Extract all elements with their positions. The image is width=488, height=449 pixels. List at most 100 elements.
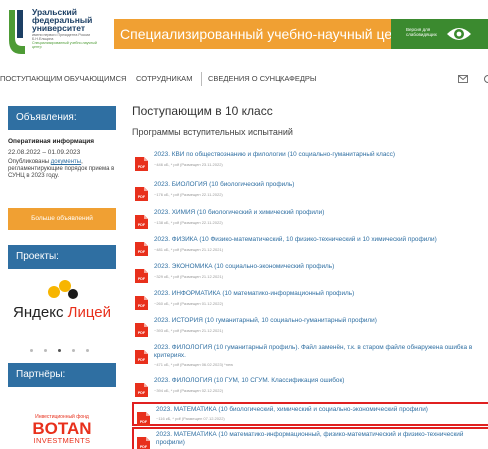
svg-text:PDF: PDF — [138, 277, 146, 281]
document-meta: ~481 кБ, * pdf (Размещен 21.12.2021) — [154, 247, 224, 252]
document-meta: ~394 кБ, * pdf (Размещен 02.12.2022) — [154, 388, 224, 393]
document-meta: ~176 кБ, * pdf (Размещен 22.11.2022) — [154, 192, 223, 197]
urfu-logo[interactable]: Уральский федеральный университет имени … — [8, 6, 98, 58]
news-title: Оперативная информация — [8, 138, 94, 145]
pdf-icon[interactable]: PDF — [135, 242, 148, 256]
search-icon[interactable] — [482, 74, 488, 84]
pdf-icon[interactable]: PDF — [135, 383, 148, 397]
yandex-main-text: Яндекс — [13, 304, 64, 321]
document-link[interactable]: 2023. ФИЗИКА (10 Физико-математический, … — [154, 236, 488, 244]
document-item[interactable]: PDF 2023. ФИЗИКА (10 Физико-математически… — [132, 234, 488, 260]
news-date: 22.08.2022 – 01.09.2023 — [8, 149, 81, 156]
pdf-icon[interactable]: PDF — [135, 269, 148, 283]
document-meta: ~329 кБ, * pdf (Размещен 21.12.2021) — [154, 274, 224, 279]
main-nav: ПОСТУПАЮЩИМ ОБУЧАЮЩИМСЯ СОТРУДНИКАМ СВЕД… — [0, 62, 488, 96]
svg-text:PDF: PDF — [140, 445, 148, 449]
section-title: Программы вступительных испытаний — [132, 127, 293, 137]
document-link[interactable]: 2023. ФИЛОЛОГИЯ (10 гуманитарный профиль… — [154, 344, 488, 359]
accessibility-button[interactable]: Версия для слабовидящих — [391, 19, 488, 49]
nav-applicants[interactable]: ПОСТУПАЮЩИМ — [0, 74, 62, 83]
document-item[interactable]: PDF 2023. ЭКОНОМИКА (10 социально-экономи… — [132, 261, 488, 287]
document-meta: ~116 кБ, * pdf (Размещен 07.12.2022) — [156, 416, 225, 421]
svg-text:PDF: PDF — [138, 165, 146, 169]
document-item[interactable]: PDF 2023. КВИ по обществознанию и филолог… — [132, 149, 488, 175]
urfu-logo-mark-icon — [9, 10, 25, 54]
news-text: Опубликованы документы, регламентирующие… — [8, 159, 120, 180]
document-item[interactable]: PDF 2023. МАТЕМАТИКА (10 математико-инфор… — [132, 427, 488, 449]
eye-icon — [447, 28, 471, 40]
pdf-icon[interactable]: PDF — [135, 296, 148, 310]
main-content: Поступающим в 10 класс Программы вступит… — [124, 96, 488, 449]
document-item[interactable]: PDF 2023. ФИЛОЛОГИЯ (10 ГУМ, 10 СГУМ. Кла… — [132, 375, 488, 401]
document-meta: ~393 кБ, * pdf (Размещен 21.12.2021) — [154, 328, 224, 333]
carousel-dots — [30, 349, 96, 355]
document-link[interactable]: 2023. МАТЕМАТИКА (10 математико-информац… — [156, 431, 488, 446]
nav-departments[interactable]: КАФЕДРЫ — [280, 74, 317, 83]
mail-icon[interactable] — [458, 75, 468, 83]
nav-divider — [201, 72, 202, 86]
partner-big-text: BOTAN — [32, 419, 92, 438]
news-text-before: Опубликованы — [8, 159, 51, 165]
document-item[interactable]: PDF 2023. ХИМИЯ (10 биологический и химич… — [132, 207, 488, 233]
yandex-accent-text: Лицей — [63, 304, 111, 321]
logo-subtitle-green: Специализированный учебно-научный центр — [32, 41, 97, 49]
yandex-lyceum-logo[interactable]: Яндекс Лицей — [8, 276, 116, 334]
svg-text:PDF: PDF — [138, 195, 146, 199]
document-meta: ~260 кБ, * pdf (Размещен 01.12.2022) — [154, 301, 224, 306]
document-item[interactable]: PDF 2023. ФИЛОЛОГИЯ (10 гуманитарный проф… — [132, 342, 488, 374]
svg-text:PDF: PDF — [138, 223, 146, 227]
nav-students[interactable]: ОБУЧАЮЩИМСЯ — [64, 74, 126, 83]
document-link[interactable]: 2023. БИОЛОГИЯ (10 биологический профиль… — [154, 181, 488, 189]
center-banner: Специализированный учебно-научный центр — [114, 19, 391, 49]
news-documents-link[interactable]: документы — [51, 159, 81, 165]
pdf-icon[interactable]: PDF — [135, 323, 148, 337]
pdf-icon[interactable]: PDF — [135, 157, 148, 171]
document-link[interactable]: 2023. ИНФОРМАТИКА (10 математико-информа… — [154, 290, 488, 298]
svg-text:PDF: PDF — [138, 331, 146, 335]
document-item[interactable]: PDF 2023. БИОЛОГИЯ (10 биологический проф… — [132, 179, 488, 205]
accessibility-label: Версия для слабовидящих — [406, 27, 437, 37]
page-title: Поступающим в 10 класс — [132, 104, 273, 118]
document-item[interactable]: PDF 2023. ИСТОРИЯ (10 гуманитарный, 10 со… — [132, 315, 488, 341]
pdf-icon[interactable]: PDF — [137, 412, 150, 426]
logo-text: Уральский федеральный университет имени … — [32, 8, 100, 49]
svg-text:PDF: PDF — [138, 358, 146, 362]
carousel-dot[interactable] — [86, 349, 89, 352]
carousel-dot[interactable] — [44, 349, 47, 352]
more-announcements-button[interactable]: Больше объявлений — [8, 208, 116, 230]
pdf-icon[interactable]: PDF — [135, 350, 148, 364]
logo-line-3: университет — [32, 23, 86, 33]
document-link[interactable]: 2023. ФИЛОЛОГИЯ (10 ГУМ, 10 СГУМ. Класси… — [154, 377, 488, 385]
projects-heading: Проекты: — [8, 245, 116, 269]
sidebar: Объявления: Оперативная информация 22.08… — [0, 96, 124, 449]
carousel-dot-active[interactable] — [58, 349, 61, 352]
svg-text:PDF: PDF — [138, 391, 146, 395]
site-header: Уральский федеральный университет имени … — [0, 0, 488, 62]
yandex-lyceum-icon — [48, 280, 78, 299]
document-link[interactable]: 2023. МАТЕМАТИКА (10 биологический, хими… — [156, 406, 488, 414]
document-meta: ~471 кБ, * pdf (Размещен 06.02.2023) *ne… — [154, 362, 234, 367]
pdf-icon[interactable]: PDF — [135, 215, 148, 229]
logo-subtitle: имени первого Президента России Б.Н.Ельц… — [32, 33, 91, 41]
document-link[interactable]: 2023. ИСТОРИЯ (10 гуманитарный, 10 социа… — [154, 317, 488, 325]
botan-investments-logo[interactable]: Инвестиционный фонд BOTAN INVESTMENTS — [8, 414, 116, 449]
document-link[interactable]: 2023. ЭКОНОМИКА (10 социально-экономичес… — [154, 263, 488, 271]
document-meta: ~138 кБ, * pdf (Размещен 22.11.2022) — [154, 220, 223, 225]
svg-text:PDF: PDF — [138, 304, 146, 308]
announcements-heading: Объявления: — [8, 106, 116, 130]
document-item[interactable]: PDF 2023. МАТЕМАТИКА (10 биологический, х… — [132, 402, 488, 426]
document-link[interactable]: 2023. КВИ по обществознанию и филологии … — [154, 151, 488, 159]
svg-text:PDF: PDF — [140, 420, 148, 424]
yandex-lyceum-text: Яндекс Лицей — [8, 304, 116, 321]
carousel-dot[interactable] — [30, 349, 33, 352]
svg-text:PDF: PDF — [138, 250, 146, 254]
document-item[interactable]: PDF 2023. ИНФОРМАТИКА (10 математико-инфо… — [132, 288, 488, 314]
partner-sub-text: INVESTMENTS — [33, 436, 91, 445]
nav-staff[interactable]: СОТРУДНИКАМ — [136, 74, 192, 83]
document-link[interactable]: 2023. ХИМИЯ (10 биологический и химическ… — [154, 209, 488, 217]
pdf-icon[interactable]: PDF — [135, 187, 148, 201]
pdf-icon[interactable]: PDF — [137, 437, 150, 449]
nav-about[interactable]: СВЕДЕНИЯ О СУНЦ — [208, 74, 281, 83]
carousel-dot[interactable] — [72, 349, 75, 352]
partners-heading: Партнёры: — [8, 363, 116, 387]
